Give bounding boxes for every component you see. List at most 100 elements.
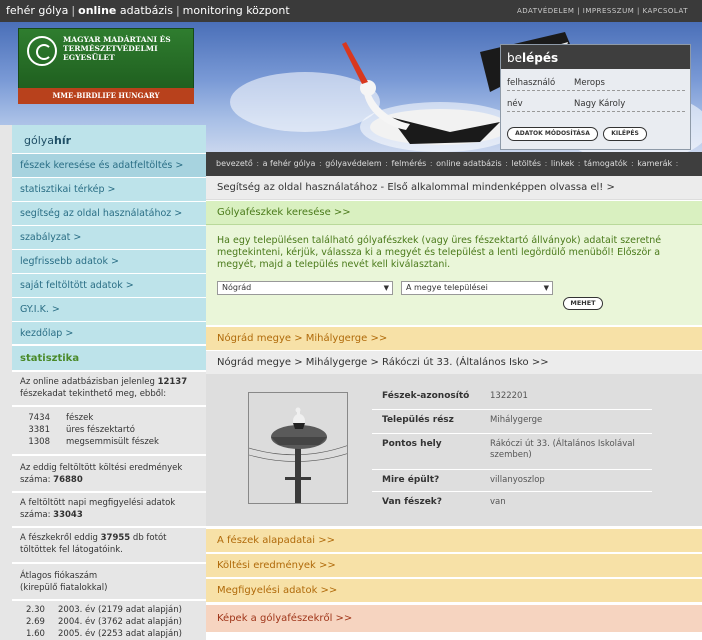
sidebar-nav: gólyahír fészek keresése és adatfeltölté… (12, 125, 206, 345)
nest-search-panel: Ha egy településen található gólyafészke… (206, 225, 702, 325)
nav-kamerak[interactable]: kamerák (637, 159, 672, 168)
go-button[interactable]: MEHET (563, 297, 603, 310)
nesting-results-bar[interactable]: Költési eredmények >> (206, 553, 702, 577)
detail-row: Pontos hely Rákóczi út 33. (Általános Is… (372, 434, 652, 470)
login-name-row: név Nagy Károly (507, 96, 685, 112)
logout-button[interactable]: KILÉPÉS (603, 127, 647, 141)
sidebar: gólyahír fészek keresése és adatfeltölté… (0, 125, 206, 640)
detail-label: Fészek-azonosító (382, 391, 470, 401)
nav-letoltes[interactable]: letöltés (511, 159, 541, 168)
detail-label: Település rész (382, 415, 454, 425)
name-label: név (507, 99, 523, 109)
avg-chicks-subtitle: (kirepülő fiatalokkal) (20, 583, 108, 593)
detail-value: 1322201 (490, 391, 528, 401)
nest-location-bar[interactable]: Nógrád megye > Mihálygerge > Rákóczi út … (206, 350, 702, 374)
org-subtitle: MME-BIRDLIFE HUNGARY (18, 88, 194, 104)
detail-row: Fészek-azonosító 1322201 (372, 386, 652, 410)
stats-daily-text: A feltöltött napi megfigyelési adatok sz… (20, 498, 176, 520)
town-select-value: A megye települései (406, 283, 488, 292)
stats-avg-chicks: Átlagos fiókaszám (kirepülő fiatalokkal) (12, 562, 206, 598)
year-avg-value: 2.30 (26, 605, 45, 615)
nest-photo-image (249, 393, 347, 503)
link-impresszum[interactable]: IMPRESSZUM (583, 7, 634, 15)
sidebar-heading-bold: hír (54, 134, 72, 147)
nav-bevezeto[interactable]: bevezető (216, 159, 253, 168)
detail-label: Pontos hely (382, 439, 442, 449)
detail-row: Település rész Mihálygerge (372, 410, 652, 434)
year-row: 1.60 2005. év (2253 adat alapján) (20, 628, 198, 640)
sidebar-item-home[interactable]: kezdőlap > (12, 321, 206, 345)
organization-logo[interactable]: MAGYAR MADÁRTANI ÉS TERMÉSZETVÉDELMI EGY… (18, 28, 194, 90)
sidebar-item-help[interactable]: segítség az oldal használatához > (12, 201, 206, 225)
brand-part-2-bold: online (78, 4, 117, 17)
detail-value: Mihálygerge (490, 415, 543, 425)
stats-intro-text-2: fészekadat tekinthető meg, ebből: (20, 389, 167, 399)
stats-intro: Az online adatbázisban jelenleg 12137 fé… (12, 370, 206, 404)
brand-part-2-rest: adatbázis (116, 4, 173, 17)
avg-chicks-title: Átlagos fiókaszám (20, 571, 98, 581)
stat-count-label: üres fészektartó (66, 425, 135, 435)
nav-golyavedelem[interactable]: gólyavédelem (325, 159, 381, 168)
stat-count-value: 1308 (28, 437, 50, 447)
sidebar-item-stat-map[interactable]: statisztikai térkép > (12, 177, 206, 201)
login-title-pre: be (507, 51, 522, 65)
sidebar-item-latest[interactable]: legfrissebb adatok > (12, 249, 206, 273)
county-select[interactable]: Nógrád ▼ (217, 281, 393, 295)
stats-heading: statisztika (12, 344, 206, 370)
county-town-bar[interactable]: Nógrád megye > Mihálygerge >> (206, 326, 702, 350)
observations-bar[interactable]: Megfigyelési adatok >> (206, 578, 702, 602)
year-row: 2.69 2004. év (3762 adat alapján) (20, 616, 198, 628)
sidebar-item-faq[interactable]: GY.I.K. > (12, 297, 206, 321)
nest-photo[interactable] (248, 392, 348, 504)
brand-part-3: monitoring központ (182, 4, 290, 17)
nest-search-bar[interactable]: Gólyafészkek keresése >> (206, 201, 702, 225)
stats-nesting-text: Az eddig feltöltött költési eredmények s… (20, 463, 183, 485)
main-nav: bevezető : a fehér gólya : gólyavédelem … (216, 159, 679, 168)
link-kapcsolat[interactable]: KAPCSOLAT (643, 7, 688, 15)
top-links: ADATVÉDELEM | IMPRESSZUM | KAPCSOLAT (517, 7, 688, 15)
nav-felmeres[interactable]: felmérés (391, 159, 426, 168)
nest-images-bar[interactable]: Képek a gólyafészekről >> (206, 604, 702, 632)
nav-feher-golya[interactable]: a fehér gólya (263, 159, 316, 168)
nest-basics-bar[interactable]: A fészek alapadatai >> (206, 528, 702, 552)
year-row: 2.30 2003. év (2179 adat alapján) (20, 604, 198, 616)
brand-separator: | (71, 4, 76, 17)
org-name: MAGYAR MADÁRTANI ÉS TERMÉSZETVÉDELMI EGY… (63, 35, 171, 62)
detail-value: villanyoszlop (490, 475, 545, 485)
user-value: Merops (574, 78, 605, 88)
sidebar-heading: gólyahír (12, 125, 206, 153)
name-value: Nagy Károly (574, 99, 626, 109)
nav-tamogatok[interactable]: támogatók (584, 159, 627, 168)
top-bar: fehér gólya | online adatbázis | monitoring … (0, 0, 702, 22)
link-adatvedelem[interactable]: ADATVÉDELEM (517, 7, 574, 15)
stats-total-count: 12137 (157, 377, 188, 387)
stats-photos: A fészkekről eddig 37955 db fotót töltöt… (12, 526, 206, 560)
help-link-bar[interactable]: Segítség az oldal használatához - Első a… (206, 176, 702, 200)
sidebar-item-rules[interactable]: szabályzat > (12, 225, 206, 249)
login-box: belépés felhasználó Merops név Nagy Káro… (500, 44, 691, 150)
stats-daily-observations: A feltöltött napi megfigyelési adatok sz… (12, 491, 206, 525)
stats-years: 2.30 2003. év (2179 adat alapján) 2.69 2… (12, 599, 206, 640)
stat-count-value: 7434 (28, 413, 50, 423)
sidebar-item-my-uploads[interactable]: saját feltöltött adatok > (12, 273, 206, 297)
modify-data-button[interactable]: ADATOK MÓDOSÍTÁSA (507, 127, 598, 141)
year-label: 2004. év (3762 adat alapján) (58, 617, 182, 627)
stat-count-value: 3381 (28, 425, 50, 435)
nav-online-adatbazis[interactable]: online adatbázis (436, 159, 502, 168)
stats-intro-text: Az online adatbázisban jelenleg (20, 377, 155, 387)
sidebar-item-nest-search[interactable]: fészek keresése és adatfeltöltés > (12, 153, 206, 177)
town-select[interactable]: A megye települései ▼ (401, 281, 553, 295)
nav-linkek[interactable]: linkek (551, 159, 574, 168)
login-title: belépés (501, 45, 690, 69)
login-title-bold: lépés (522, 51, 559, 65)
stats-counts: 7434 fészek 3381 üres fészektartó 1308 m… (12, 405, 206, 453)
stats-nesting-results: Az eddig feltöltött költési eredmények s… (12, 454, 206, 490)
site-brand[interactable]: fehér gólya | online adatbázis | monitoring … (6, 4, 290, 17)
sidebar-heading-pre: gólya (24, 134, 55, 147)
year-label: 2005. év (2253 adat alapján) (58, 629, 182, 639)
login-user-row: felhasználó Merops (507, 75, 685, 91)
chevron-down-icon: ▼ (383, 284, 389, 292)
detail-label: Mire épült? (382, 475, 440, 485)
stat-count-label: megsemmisült fészek (66, 437, 159, 447)
stats-nesting-count: 76880 (53, 475, 83, 485)
